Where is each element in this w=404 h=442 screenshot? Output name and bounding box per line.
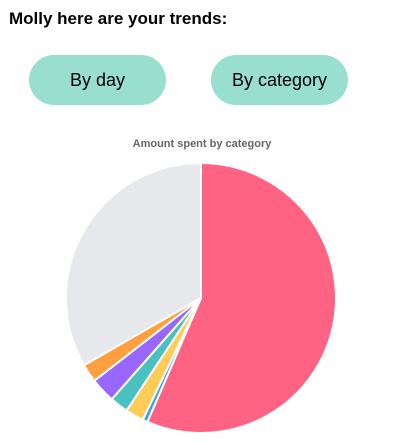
- pie-chart: [65, 161, 337, 434]
